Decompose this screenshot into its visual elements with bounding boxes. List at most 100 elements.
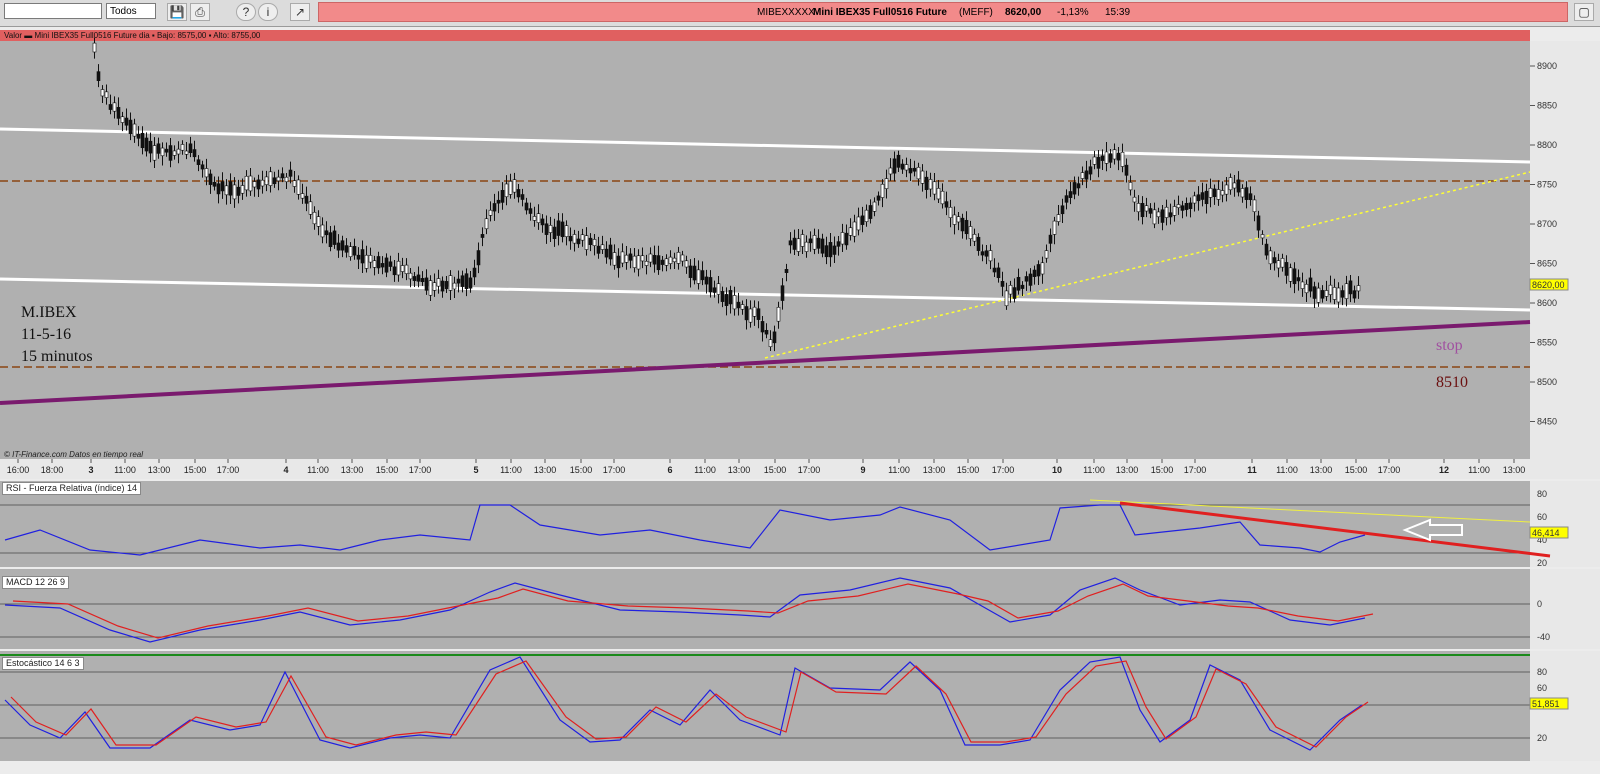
candle-body [520, 194, 525, 200]
candle-body [672, 257, 677, 263]
time-tick-label: 11:00 [1468, 465, 1490, 475]
candle-body [372, 260, 377, 268]
candle-body [124, 117, 129, 126]
candle-body [396, 260, 401, 276]
candle-body [184, 150, 189, 155]
candle-body [380, 263, 385, 268]
candle-body [612, 252, 617, 266]
candle-body [808, 238, 813, 244]
candle-body [264, 176, 269, 185]
time-tick-label: 15:00 [764, 465, 787, 475]
time-tick-label: 15:00 [957, 465, 980, 475]
candle-body [272, 177, 277, 185]
candle-body [812, 235, 817, 250]
candle-body [880, 183, 885, 198]
candle-body [1024, 276, 1029, 282]
time-tick-label: 11:00 [888, 465, 910, 475]
candle-body [424, 277, 429, 291]
time-tick-label: 13:00 [534, 465, 557, 475]
candle-body [764, 329, 769, 335]
price-tick-label: 8550 [1537, 338, 1557, 348]
candle-body [128, 119, 133, 134]
stop-label: stop [1436, 337, 1463, 354]
candle-body [608, 244, 613, 260]
candle-body [908, 168, 913, 174]
candle-body [1036, 264, 1041, 277]
candle-body [100, 89, 105, 97]
candle-body [832, 245, 837, 255]
candle-body [588, 237, 593, 245]
candle-body [1020, 284, 1025, 289]
candle-body [688, 265, 693, 278]
candle-body [1048, 234, 1053, 244]
candle-body [312, 211, 317, 225]
price-tick-label: 8450 [1537, 417, 1557, 427]
candle-body [1292, 268, 1297, 285]
candle-body [1064, 195, 1069, 203]
candle-body [916, 167, 921, 180]
candle-body [252, 181, 257, 188]
candle-body [1208, 187, 1213, 198]
candle-body [1192, 195, 1197, 204]
time-tick-label: 11:00 [114, 465, 136, 475]
candle-body [972, 233, 977, 242]
candle-body [144, 137, 149, 152]
candle-body [340, 240, 345, 251]
stoch-panel-label[interactable]: Estocástico 14 6 3 [2, 657, 84, 670]
candle-body [1340, 290, 1345, 298]
price-tick-label: 8650 [1537, 259, 1557, 269]
candle-body [1136, 203, 1141, 213]
last-price-tag: 8620,00 [1532, 280, 1565, 290]
candle-body [132, 123, 137, 137]
candle-body [596, 245, 601, 254]
candle-body [892, 158, 897, 174]
candle-body [900, 163, 905, 170]
candle-body [640, 255, 645, 262]
candle-body [180, 144, 185, 151]
candle-body [964, 219, 969, 235]
candle-body [836, 241, 841, 247]
rsi-panel-label[interactable]: RSI - Fuerza Relativa (índice) 14 [2, 482, 142, 495]
candle-body [1108, 153, 1113, 163]
time-tick-label: 9 [860, 465, 865, 475]
candle-body [1212, 188, 1217, 197]
macd-panel-label[interactable]: MACD 12 26 9 [2, 576, 70, 589]
candle-body [748, 308, 753, 323]
time-tick-label: 17:00 [1184, 465, 1207, 475]
candle-body [1008, 285, 1013, 295]
time-tick-label: 15:00 [184, 465, 207, 475]
time-tick-label: 4 [283, 465, 288, 475]
candle-body [1080, 172, 1085, 179]
candle-body [584, 235, 589, 250]
candle-body [244, 175, 249, 191]
time-tick-label: 15:00 [376, 465, 399, 475]
candle-body [400, 265, 405, 272]
time-tick-label: 12 [1439, 465, 1449, 475]
candle-body [992, 267, 997, 273]
candle-body [752, 306, 757, 317]
candle-body [472, 267, 477, 278]
candle-body [192, 149, 197, 158]
candle-body [956, 216, 961, 223]
candle-body [392, 266, 397, 276]
annotation-line1: M.IBEX [21, 304, 77, 321]
candle-body [656, 255, 661, 271]
candle-body [300, 193, 305, 199]
candle-body [796, 238, 801, 252]
candle-body [528, 208, 533, 214]
candle-body [600, 244, 605, 250]
time-tick-label: 18:00 [41, 465, 64, 475]
candle-body [696, 269, 701, 284]
candle-body [440, 280, 445, 292]
candle-body [1204, 190, 1209, 205]
candle-body [1096, 157, 1101, 169]
candle-body [860, 215, 865, 225]
candle-body [968, 226, 973, 239]
candle-body [284, 176, 289, 183]
candle-body [196, 159, 201, 165]
candle-body [1016, 276, 1021, 291]
candle-body [712, 287, 717, 293]
price-tick-label: 8850 [1537, 101, 1557, 111]
candle-body [540, 218, 545, 226]
candle-body [232, 184, 237, 200]
